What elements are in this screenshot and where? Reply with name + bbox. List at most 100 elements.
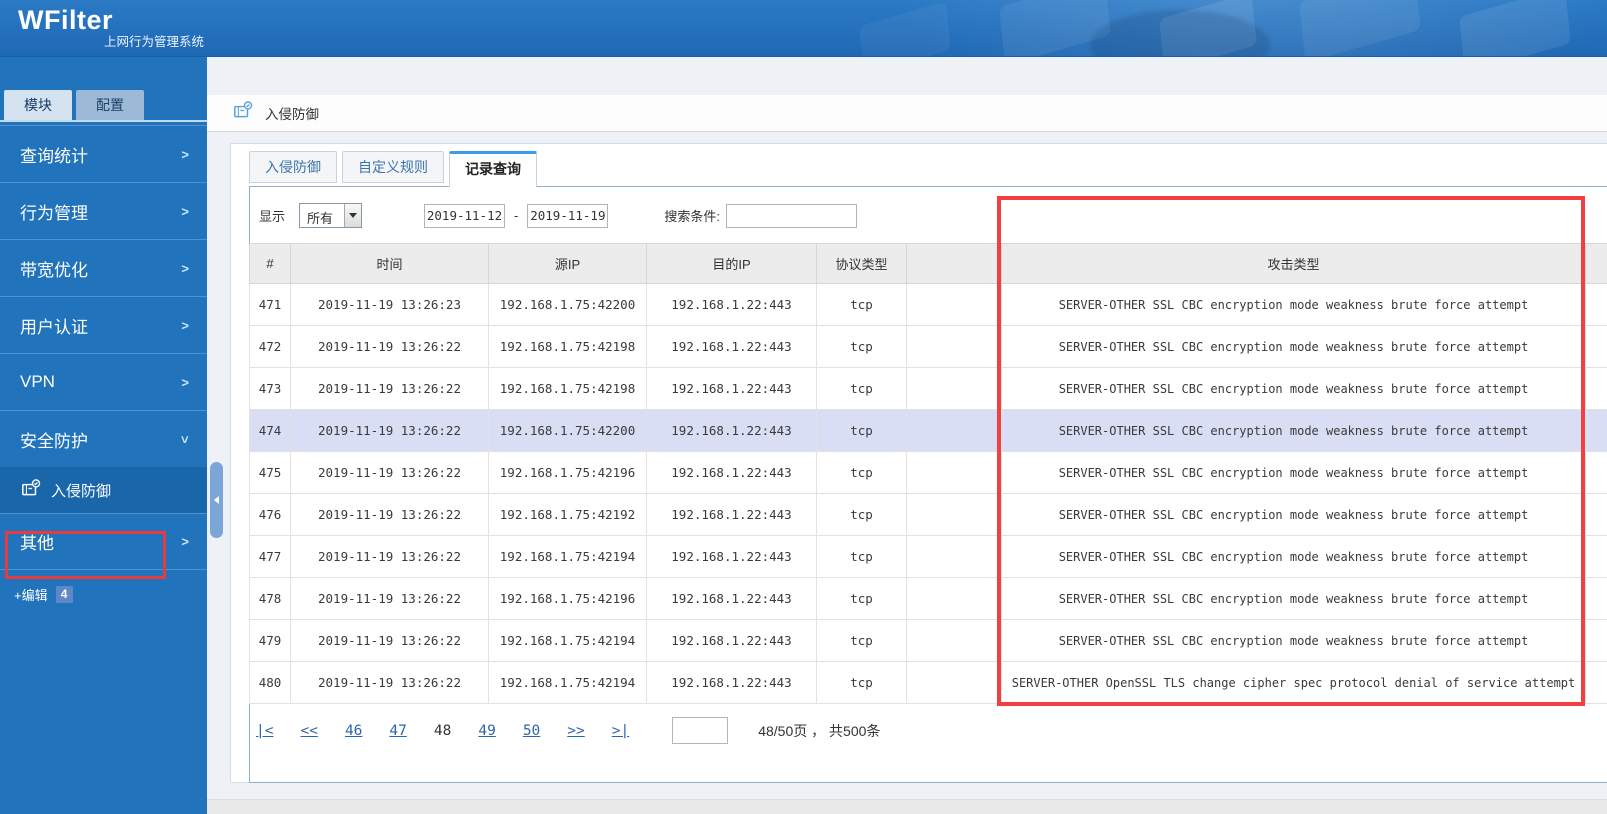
column-header-filler	[1585, 243, 1607, 284]
pagination-page-50[interactable]: 50	[523, 723, 540, 739]
sidebar-item-7[interactable]: 其他 >	[0, 513, 207, 570]
table-cell: tcp	[816, 619, 907, 662]
sidebar-item-label: 其他	[20, 534, 54, 553]
sidebar-collapse-handle[interactable]	[210, 462, 223, 538]
table-cell: 192.168.1.75:42200	[488, 283, 647, 326]
table-cell: 192.168.1.22:443	[646, 451, 817, 494]
show-select-value: 所有	[307, 211, 334, 226]
date-range-separator: -	[514, 208, 519, 223]
table-cell: 477	[249, 535, 291, 578]
table-row[interactable]: 472 2019-11-19 13:26:22 192.168.1.75:42198…	[249, 325, 1607, 368]
sidebar-tabs: 模块 配置	[4, 90, 144, 120]
table-cell: SERVER-OTHER SSL CBC encryption mode wea…	[1001, 535, 1586, 578]
column-header	[906, 243, 1002, 284]
table-cell	[906, 283, 1002, 326]
table-cell-filler	[1585, 451, 1607, 494]
sidebar-edit-button[interactable]: +编辑 4	[14, 585, 73, 604]
tab-0[interactable]: 入侵防御	[249, 151, 337, 183]
table-cell: 2019-11-19 13:26:22	[290, 661, 489, 704]
table-cell: 479	[249, 619, 291, 662]
sidebar-tab-config[interactable]: 配置	[76, 90, 144, 120]
table-cell: tcp	[816, 577, 907, 620]
sidebar-item-2[interactable]: 带宽优化 >	[0, 239, 207, 296]
table-cell: 192.168.1.75:42192	[488, 493, 647, 536]
column-header: 攻击类型	[1001, 243, 1586, 284]
sidebar-item-label: VPN	[20, 372, 55, 391]
sidebar-item-3[interactable]: 用户认证 >	[0, 296, 207, 353]
header-keyboard-art	[859, 1, 951, 56]
pagination: |< << 46 47 48 49 50 >> >| 48/50页 ， 共500条	[256, 717, 880, 744]
search-label: 搜索条件:	[664, 209, 720, 224]
table-cell: tcp	[816, 325, 907, 368]
table-row[interactable]: 480 2019-11-19 13:26:22 192.168.1.75:42194…	[249, 661, 1607, 704]
sidebar-item-intrusion-prevention[interactable]: 入侵防御	[0, 467, 207, 513]
table-row[interactable]: 473 2019-11-19 13:26:22 192.168.1.75:42198…	[249, 367, 1607, 410]
tab-1[interactable]: 自定义规则	[342, 151, 444, 183]
table-cell	[906, 577, 1002, 620]
dropdown-arrow-icon[interactable]	[344, 204, 362, 227]
table-cell: SERVER-OTHER SSL CBC encryption mode wea…	[1001, 409, 1586, 452]
chevron-right-icon: >	[181, 317, 189, 333]
pagination-page-46[interactable]: 46	[345, 723, 362, 739]
sidebar-item-1[interactable]: 行为管理 >	[0, 182, 207, 239]
sidebar-tab-modules[interactable]: 模块	[4, 90, 72, 120]
table-cell: SERVER-OTHER SSL CBC encryption mode wea…	[1001, 325, 1586, 368]
table-cell: 2019-11-19 13:26:22	[290, 451, 489, 494]
intrusion-prevention-icon	[232, 100, 253, 126]
table-cell: 192.168.1.75:42198	[488, 367, 647, 410]
table-cell: SERVER-OTHER SSL CBC encryption mode wea…	[1001, 367, 1586, 410]
sidebar-item-5[interactable]: 安全防护 >	[0, 410, 207, 467]
main-panel: 入侵防御自定义规则记录查询 显示 所有 - 搜索条件:	[230, 143, 1607, 783]
show-label: 显示	[259, 209, 286, 224]
pagination-page-47[interactable]: 47	[389, 723, 406, 739]
column-header: 时间	[290, 243, 489, 284]
table-cell: 2019-11-19 13:26:22	[290, 535, 489, 578]
tab-content: 显示 所有 - 搜索条件: #时间源IP目的I	[249, 186, 1607, 783]
screen: WFilter 上网行为管理系统 模块 配置 查询统计 > 行为管理 > 带宽优化 > 用户…	[0, 0, 1607, 814]
pagination-last[interactable]: >|	[612, 723, 629, 739]
tab-2[interactable]: 记录查询	[449, 151, 537, 187]
chevron-down-icon: >	[177, 435, 193, 443]
table-row[interactable]: 479 2019-11-19 13:26:22 192.168.1.75:42194…	[249, 619, 1607, 662]
table-cell: tcp	[816, 409, 907, 452]
column-header: 源IP	[488, 243, 647, 284]
table-row[interactable]: 474 2019-11-19 13:26:22 192.168.1.75:42200…	[249, 409, 1607, 452]
pagination-first[interactable]: |<	[256, 723, 273, 739]
table-row[interactable]: 476 2019-11-19 13:26:22 192.168.1.75:42192…	[249, 493, 1607, 536]
tab-bar: 入侵防御 自定义规则 记录查询	[249, 151, 542, 187]
table-cell: SERVER-OTHER SSL CBC encryption mode wea…	[1001, 493, 1586, 536]
page-title: 入侵防御	[265, 107, 319, 122]
table-row[interactable]: 471 2019-11-19 13:26:23 192.168.1.75:42200…	[249, 283, 1607, 326]
content-area: 入侵防御 入侵防御自定义规则记录查询 显示 所有 - 搜索条件:	[207, 57, 1607, 814]
date-to-input[interactable]	[527, 203, 609, 228]
package-check-icon	[20, 478, 41, 503]
search-input[interactable]	[725, 203, 857, 228]
show-select[interactable]: 所有	[299, 203, 363, 228]
table-cell: 2019-11-19 13:26:22	[290, 619, 489, 662]
table-header: # 时间 源IP 目的IP 协议类型 攻击类型	[249, 243, 1607, 284]
sidebar-item-4[interactable]: VPN >	[0, 353, 207, 410]
table-row[interactable]: 478 2019-11-19 13:26:22 192.168.1.75:42196…	[249, 577, 1607, 620]
pagination-page-49[interactable]: 49	[478, 723, 495, 739]
table-cell: SERVER-OTHER SSL CBC encryption mode wea…	[1001, 283, 1586, 326]
table-cell: SERVER-OTHER OpenSSL TLS change cipher s…	[1001, 661, 1586, 704]
sidebar-item-0[interactable]: 查询统计 >	[0, 125, 207, 182]
column-header: 协议类型	[816, 243, 907, 284]
pagination-prev[interactable]: <<	[300, 723, 317, 739]
table-cell: 192.168.1.22:443	[646, 577, 817, 620]
pagination-next[interactable]: >>	[567, 723, 584, 739]
edit-count-badge: 4	[55, 586, 73, 603]
table-cell: tcp	[816, 283, 907, 326]
date-from-input[interactable]	[424, 203, 506, 228]
column-header: 目的IP	[646, 243, 817, 284]
table-cell: 192.168.1.75:42200	[488, 409, 647, 452]
table-cell	[906, 535, 1002, 578]
sidebar-tabs-underline	[0, 120, 207, 122]
page-number-input[interactable]	[672, 717, 729, 744]
table-cell-filler	[1585, 493, 1607, 536]
chevron-right-icon: >	[181, 260, 189, 276]
table-row[interactable]: 477 2019-11-19 13:26:22 192.168.1.75:42194…	[249, 535, 1607, 578]
table-cell: 472	[249, 325, 291, 368]
table-row[interactable]: 475 2019-11-19 13:26:22 192.168.1.75:42196…	[249, 451, 1607, 494]
records-table: # 时间 源IP 目的IP 协议类型 攻击类型 471 2019-11-19 13:26:2…	[249, 243, 1607, 704]
